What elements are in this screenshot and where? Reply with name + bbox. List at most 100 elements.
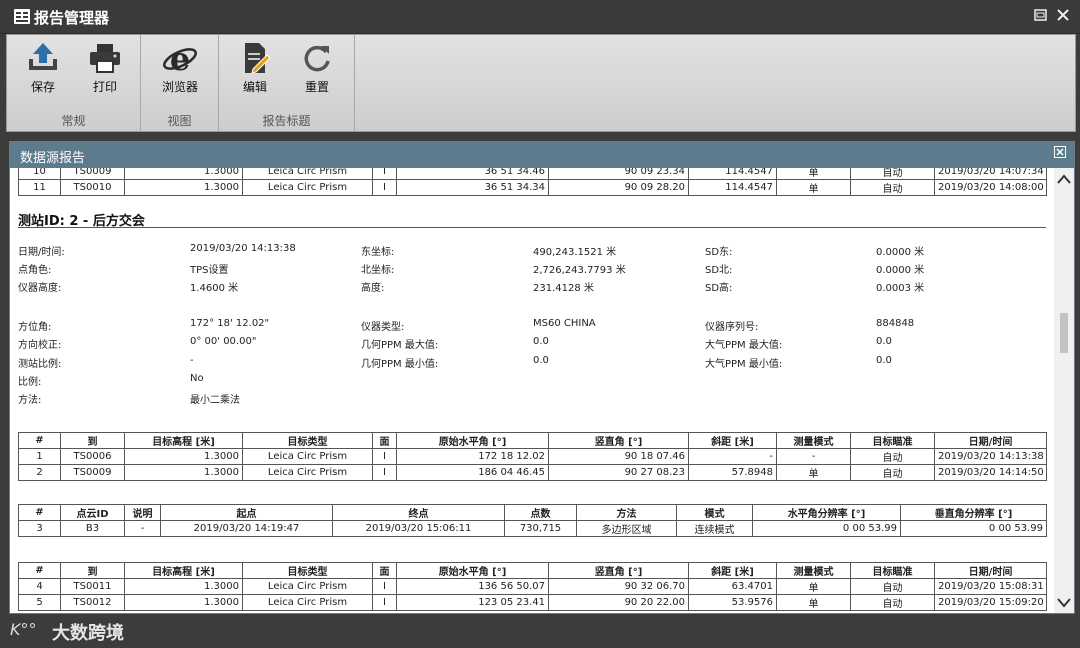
table-cell: 2019/03/20 14:14:50 <box>934 464 1047 481</box>
table-cell: 730,715 <box>504 520 577 537</box>
table-cell: I <box>372 448 397 465</box>
table-row: 11 TS0010 1.3000 Leica Circ Prism I 36 51 34.… <box>18 179 1047 196</box>
info-label: 大气PPM 最小值: <box>705 359 783 370</box>
info-value: 2,726,243.7793 米 <box>533 265 626 276</box>
table-header-cell: # <box>18 562 61 579</box>
table-cell: - <box>688 448 777 465</box>
table-header-cell: 点云ID <box>60 504 125 521</box>
info-label: 北坐标: <box>361 265 395 276</box>
table-cell: 186 04 46.45 <box>396 464 549 481</box>
info-label: 方法: <box>18 395 42 406</box>
upload-save-icon <box>25 41 61 75</box>
info-value: No <box>190 373 204 384</box>
table-cell: 0 00 53.99 <box>900 520 1047 537</box>
ribbon-toolbar: 保存 打印 常规 e 浏览器 视图 编辑 重置 报告标题 <box>6 34 1076 132</box>
table-cell: 1.3000 <box>124 168 243 180</box>
table-row: 5 TS0012 1.3000 Leica Circ Prism I 123 05 23.… <box>18 594 1047 611</box>
footer-bar: K°° 大数跨境 <box>0 614 1080 648</box>
table-cell: 1.3000 <box>124 594 243 611</box>
table-cell: 36 51 34.46 <box>396 168 549 180</box>
info-value: 0.0 <box>533 355 549 366</box>
ribbon-group-label: 常规 <box>61 114 86 128</box>
table-header-cell: 到 <box>60 562 125 579</box>
info-label: 东坐标: <box>361 247 395 258</box>
close-panel-icon[interactable] <box>1054 146 1066 162</box>
ribbon-group-general: 保存 打印 常规 <box>7 35 141 131</box>
watermark-logo: K°° <box>10 620 37 639</box>
vertical-scrollbar[interactable] <box>1054 168 1074 613</box>
info-label: 高度: <box>361 283 385 294</box>
table-header-cell: 斜距 [米] <box>688 562 777 579</box>
table-cell: 53.9576 <box>688 594 777 611</box>
ribbon-group-view: e 浏览器 视图 <box>141 35 219 131</box>
table-cell: 90 09 23.34 <box>548 168 689 180</box>
reset-button[interactable]: 重置 <box>291 41 343 101</box>
edit-button[interactable]: 编辑 <box>229 41 281 101</box>
scroll-up-icon[interactable] <box>1057 172 1071 188</box>
info-label: 几何PPM 最大值: <box>361 340 439 351</box>
table-cell: B3 <box>60 520 125 537</box>
info-label: 方位角: <box>18 322 52 333</box>
table-cell: - <box>124 520 161 537</box>
table-header-cell: 目标高程 [米] <box>124 562 243 579</box>
title-bar: 报告管理器 <box>0 0 1080 34</box>
table-cell: 单 <box>776 578 851 595</box>
info-value: 231.4128 米 <box>533 283 594 294</box>
close-window-icon[interactable] <box>1056 9 1070 23</box>
station2-observation-table-2: # 到目标高程 [米] 目标类型面原始水平角 [°] 竖直角 [°] 斜距 [米] 测量模… <box>18 562 1047 611</box>
table-header-cell: 面 <box>372 432 397 449</box>
info-label: SD东: <box>705 247 733 258</box>
table-cell: TS0009 <box>60 464 125 481</box>
print-button[interactable]: 打印 <box>79 41 131 101</box>
table-cell: 单 <box>776 179 851 196</box>
table-cell: I <box>372 594 397 611</box>
table-cell: 2019/03/20 14:08:00 <box>934 179 1047 196</box>
info-label: SD北: <box>705 265 733 276</box>
table-cell: 90 09 28.20 <box>548 179 689 196</box>
save-button[interactable]: 保存 <box>17 41 69 101</box>
info-label: 方向校正: <box>18 340 62 351</box>
table-cell: 自动 <box>850 594 935 611</box>
station-heading-divider <box>18 227 1046 228</box>
point-cloud-table: # 点云ID 说明 起点 终点 点数 方法 模式 水平角分辨率 [°] 垂直角分辨率 [°] 3B… <box>18 504 1047 537</box>
info-value: 0.0 <box>876 355 892 366</box>
table-header-cell: 垂直角分辨率 [°] <box>900 504 1047 521</box>
table-header-cell: 到 <box>60 432 125 449</box>
table-header-cell: 原始水平角 [°] <box>396 562 549 579</box>
table-header-cell: 目标瞄准 <box>850 432 935 449</box>
table-header-cell: 目标瞄准 <box>850 562 935 579</box>
table-header-cell: 竖直角 [°] <box>548 562 689 579</box>
scroll-down-icon[interactable] <box>1057 596 1071 612</box>
table-cell: Leica Circ Prism <box>242 594 373 611</box>
document-edit-icon <box>237 41 273 75</box>
table-cell: 自动 <box>850 179 935 196</box>
table-header-cell: 目标高程 [米] <box>124 432 243 449</box>
table-cell: Leica Circ Prism <box>242 179 373 196</box>
table-cell: 自动 <box>850 464 935 481</box>
table-header-cell: 目标类型 <box>242 432 373 449</box>
table-cell: 单 <box>776 594 851 611</box>
info-value: 0.0003 米 <box>876 283 925 294</box>
table-header-cell: 模式 <box>676 504 753 521</box>
svg-text:e: e <box>170 41 190 75</box>
data-source-report-panel: 数据源报告 10 TS0009 1.3000 Leica Circ Prism I 36 … <box>9 141 1075 614</box>
info-value: MS60 CHINA <box>533 318 596 329</box>
ribbon-group-report-title: 编辑 重置 报告标题 <box>219 35 355 131</box>
browser-e-icon: e <box>162 40 198 78</box>
table-row: 2 TS0009 1.3000 Leica Circ Prism I 186 04 46.… <box>18 464 1047 481</box>
table-header-cell: # <box>18 504 61 521</box>
table-header-cell: 目标类型 <box>242 562 373 579</box>
table-header-cell: 竖直角 [°] <box>548 432 689 449</box>
browser-button[interactable]: e 浏览器 <box>154 40 206 101</box>
table-row: 3 B3-2019/03/20 14:19:47 2019/03/20 15:06:… <box>18 520 1047 537</box>
restore-window-icon[interactable] <box>1033 9 1047 23</box>
table-cell: 3 <box>18 520 61 537</box>
report-content: 10 TS0009 1.3000 Leica Circ Prism I 36 51 34.… <box>10 168 1054 613</box>
table-cell: 自动 <box>850 168 935 180</box>
table-header-cell: 测量模式 <box>776 562 851 579</box>
watermark-text: 大数跨境 <box>52 623 124 644</box>
ribbon-group-label: 报告标题 <box>262 114 311 128</box>
table-cell: 90 32 06.70 <box>548 578 689 595</box>
scrollbar-thumb[interactable] <box>1060 313 1068 353</box>
info-value: 490,243.1521 米 <box>533 247 617 258</box>
